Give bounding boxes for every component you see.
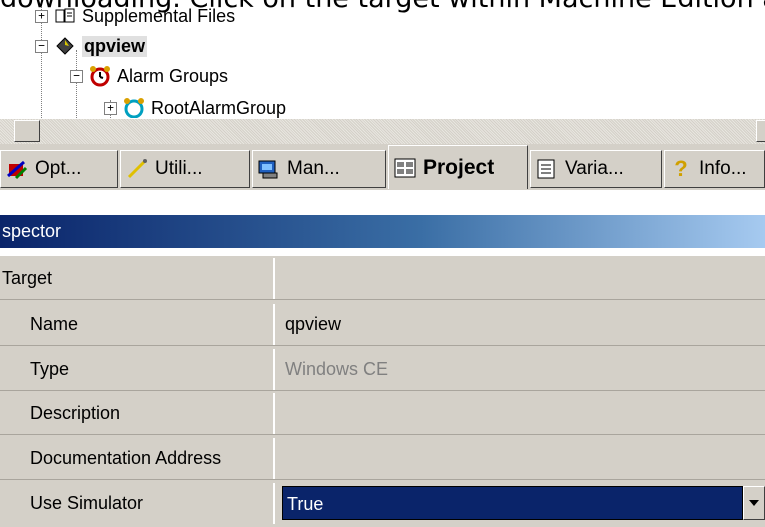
tab-utilities[interactable]: Utili... <box>120 150 250 188</box>
property-label: Target <box>0 258 275 299</box>
property-label: Documentation Address <box>0 438 275 479</box>
property-value: Windows CE <box>285 359 389 379</box>
tab-label: Man... <box>287 158 340 179</box>
property-value[interactable] <box>277 393 765 434</box>
property-row-documentation-address[interactable]: Documentation Address <box>0 438 765 480</box>
alarm-group-icon <box>123 97 145 118</box>
tree-item-alarm-groups[interactable]: − Alarm Groups <box>70 64 228 88</box>
tab-label: Varia... <box>565 158 624 179</box>
chevron-down-icon <box>749 500 759 506</box>
tab-manuals[interactable]: Man... <box>252 150 386 188</box>
collapse-icon[interactable]: − <box>35 39 48 53</box>
target-icon <box>54 35 76 57</box>
property-row-name[interactable]: Name qpview <box>0 304 765 346</box>
tab-variables[interactable]: Varia... <box>530 150 662 188</box>
property-row-use-simulator[interactable]: Use Simulator True <box>0 483 765 525</box>
tab-label: Opt... <box>35 158 82 179</box>
inspector-title: spector <box>2 221 62 241</box>
property-value[interactable] <box>277 438 765 479</box>
document-caption: downloading. Click on the target within … <box>0 0 765 14</box>
tab-label: Project <box>423 155 495 179</box>
tree-item-label: Alarm Groups <box>117 65 229 86</box>
property-label: Use Simulator <box>0 483 275 524</box>
inspector-title-bar: spector <box>0 215 765 248</box>
options-icon <box>5 157 29 181</box>
scroll-thumb[interactable] <box>14 120 40 142</box>
panel-tab-strip: Opt... Utili... Man... Project Varia... … <box>0 144 765 191</box>
info-icon: ? <box>674 156 688 181</box>
tree-item-label: RootAlarmGroup <box>151 97 287 118</box>
manuals-icon <box>257 157 281 181</box>
property-label: Type <box>0 349 275 390</box>
property-row-description[interactable]: Description <box>0 393 765 435</box>
tree-item-root-alarm-group[interactable]: + RootAlarmGroup <box>104 96 286 118</box>
project-icon <box>393 156 417 180</box>
property-label: Name <box>0 304 275 345</box>
variables-icon <box>535 157 559 181</box>
tree-item-qpview[interactable]: − qpview <box>35 34 148 58</box>
property-value[interactable] <box>277 258 765 299</box>
dropdown-button[interactable] <box>743 486 765 520</box>
project-tree: + Supplemental Files − qpview − Alarm Gr… <box>0 0 765 118</box>
horizontal-scrollbar[interactable] <box>0 118 765 145</box>
alarm-clock-icon <box>89 65 111 87</box>
tab-info[interactable]: ? Info... <box>664 150 765 188</box>
property-row-target[interactable]: Target <box>0 258 765 300</box>
property-label: Description <box>0 393 275 434</box>
tab-label: Info... <box>699 158 747 179</box>
tab-project[interactable]: Project <box>388 145 528 189</box>
utilities-icon <box>125 157 149 181</box>
scroll-right-button[interactable] <box>756 120 765 142</box>
property-value[interactable]: qpview <box>277 304 765 345</box>
collapse-icon[interactable]: − <box>70 69 83 83</box>
tab-label: Utili... <box>155 158 203 179</box>
expand-icon[interactable]: + <box>104 101 117 115</box>
tab-options[interactable]: Opt... <box>0 150 118 188</box>
inspector-property-grid: Target Name qpview Type Windows CE Descr… <box>0 256 765 527</box>
tree-item-label: qpview <box>82 35 148 57</box>
property-row-type[interactable]: Type Windows CE <box>0 349 765 391</box>
use-simulator-select[interactable]: True <box>282 486 743 520</box>
